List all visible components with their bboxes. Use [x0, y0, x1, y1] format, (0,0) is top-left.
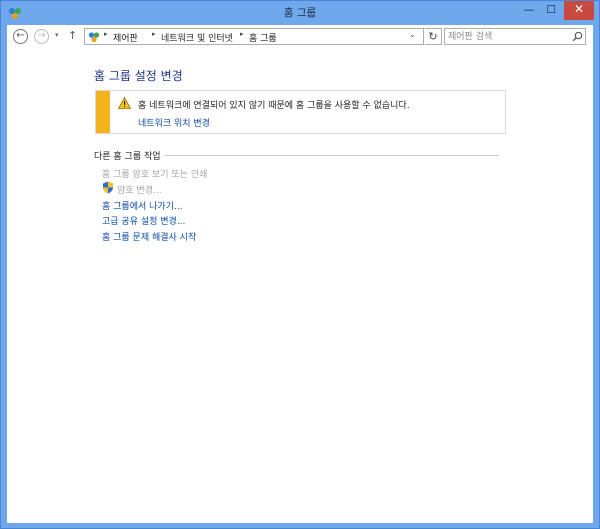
advanced-sharing-settings-link[interactable]: 고급 공유 설정 변경...	[102, 214, 185, 227]
breadcrumb-separator-icon: ▸	[240, 30, 244, 38]
breadcrumb-separator-icon: ▸	[152, 30, 156, 38]
window-title: 홈 그룹	[283, 7, 317, 19]
search-input[interactable]	[448, 30, 566, 43]
back-button[interactable]: ←	[13, 29, 28, 44]
change-password-link: 암호 변경...	[117, 186, 162, 196]
control-panel-network-icon	[88, 32, 100, 43]
breadcrumb-homegroup[interactable]: 홈 그룹	[249, 31, 277, 44]
recent-locations-chevron-icon[interactable]: ▾	[55, 31, 59, 39]
breadcrumb-separator-icon: ▸	[104, 30, 108, 38]
refresh-button[interactable]: ↻	[425, 28, 442, 45]
forward-button[interactable]: →	[34, 29, 49, 44]
navigation-bar: ← → ▾ ↑ ▸ 제어판 ▸ 네트워크 및 인터넷 ▸ 홈 그룹 ⌄ ↻	[7, 25, 593, 47]
view-print-password-link: 홈 그룹 암호 보기 또는 인쇄	[102, 170, 208, 180]
minimize-button[interactable]: —	[521, 1, 537, 20]
shield-icon	[103, 181, 113, 194]
alert-accent-bar	[96, 91, 110, 133]
page-title: 홈 그룹 설정 변경	[94, 69, 183, 83]
homegroup-troubleshooter-link[interactable]: 홈 그룹 문제 해결사 시작	[102, 230, 196, 243]
title-bar: 홈 그룹 — ☐ ✕	[1, 1, 599, 25]
address-dropdown-chevron-icon[interactable]: ⌄	[409, 30, 416, 39]
address-bar[interactable]: ▸ 제어판 ▸ 네트워크 및 인터넷 ▸ 홈 그룹 ⌄	[84, 28, 424, 45]
search-icon[interactable]	[572, 31, 583, 42]
breadcrumb-control-panel[interactable]: 제어판	[113, 31, 138, 44]
warning-icon	[118, 97, 131, 109]
alert-message: 홈 네트워크에 연결되어 있지 않기 때문에 홈 그룹을 사용할 수 없습니다.	[138, 101, 410, 111]
up-button[interactable]: ↑	[68, 29, 77, 42]
search-box[interactable]	[444, 28, 586, 45]
maximize-button[interactable]: ☐	[543, 1, 559, 20]
other-tasks-heading: 다른 홈 그룹 작업	[94, 152, 161, 162]
window: 홈 그룹 — ☐ ✕ ← → ▾ ↑ ▸ 제어판 ▸ 네트워크 및 인터넷 ▸ …	[0, 0, 600, 529]
homegroup-unavailable-alert: 홈 네트워크에 연결되어 있지 않기 때문에 홈 그룹을 사용할 수 없습니다.…	[95, 90, 506, 134]
leave-homegroup-link[interactable]: 홈 그룹에서 나가기...	[102, 199, 183, 212]
change-network-location-link[interactable]: 네트워크 위치 변경	[138, 116, 210, 129]
breadcrumb-network-internet[interactable]: 네트워크 및 인터넷	[161, 31, 233, 44]
close-button[interactable]: ✕	[564, 1, 594, 20]
section-divider	[164, 155, 499, 156]
window-content: ← → ▾ ↑ ▸ 제어판 ▸ 네트워크 및 인터넷 ▸ 홈 그룹 ⌄ ↻ 제어…	[7, 25, 593, 523]
